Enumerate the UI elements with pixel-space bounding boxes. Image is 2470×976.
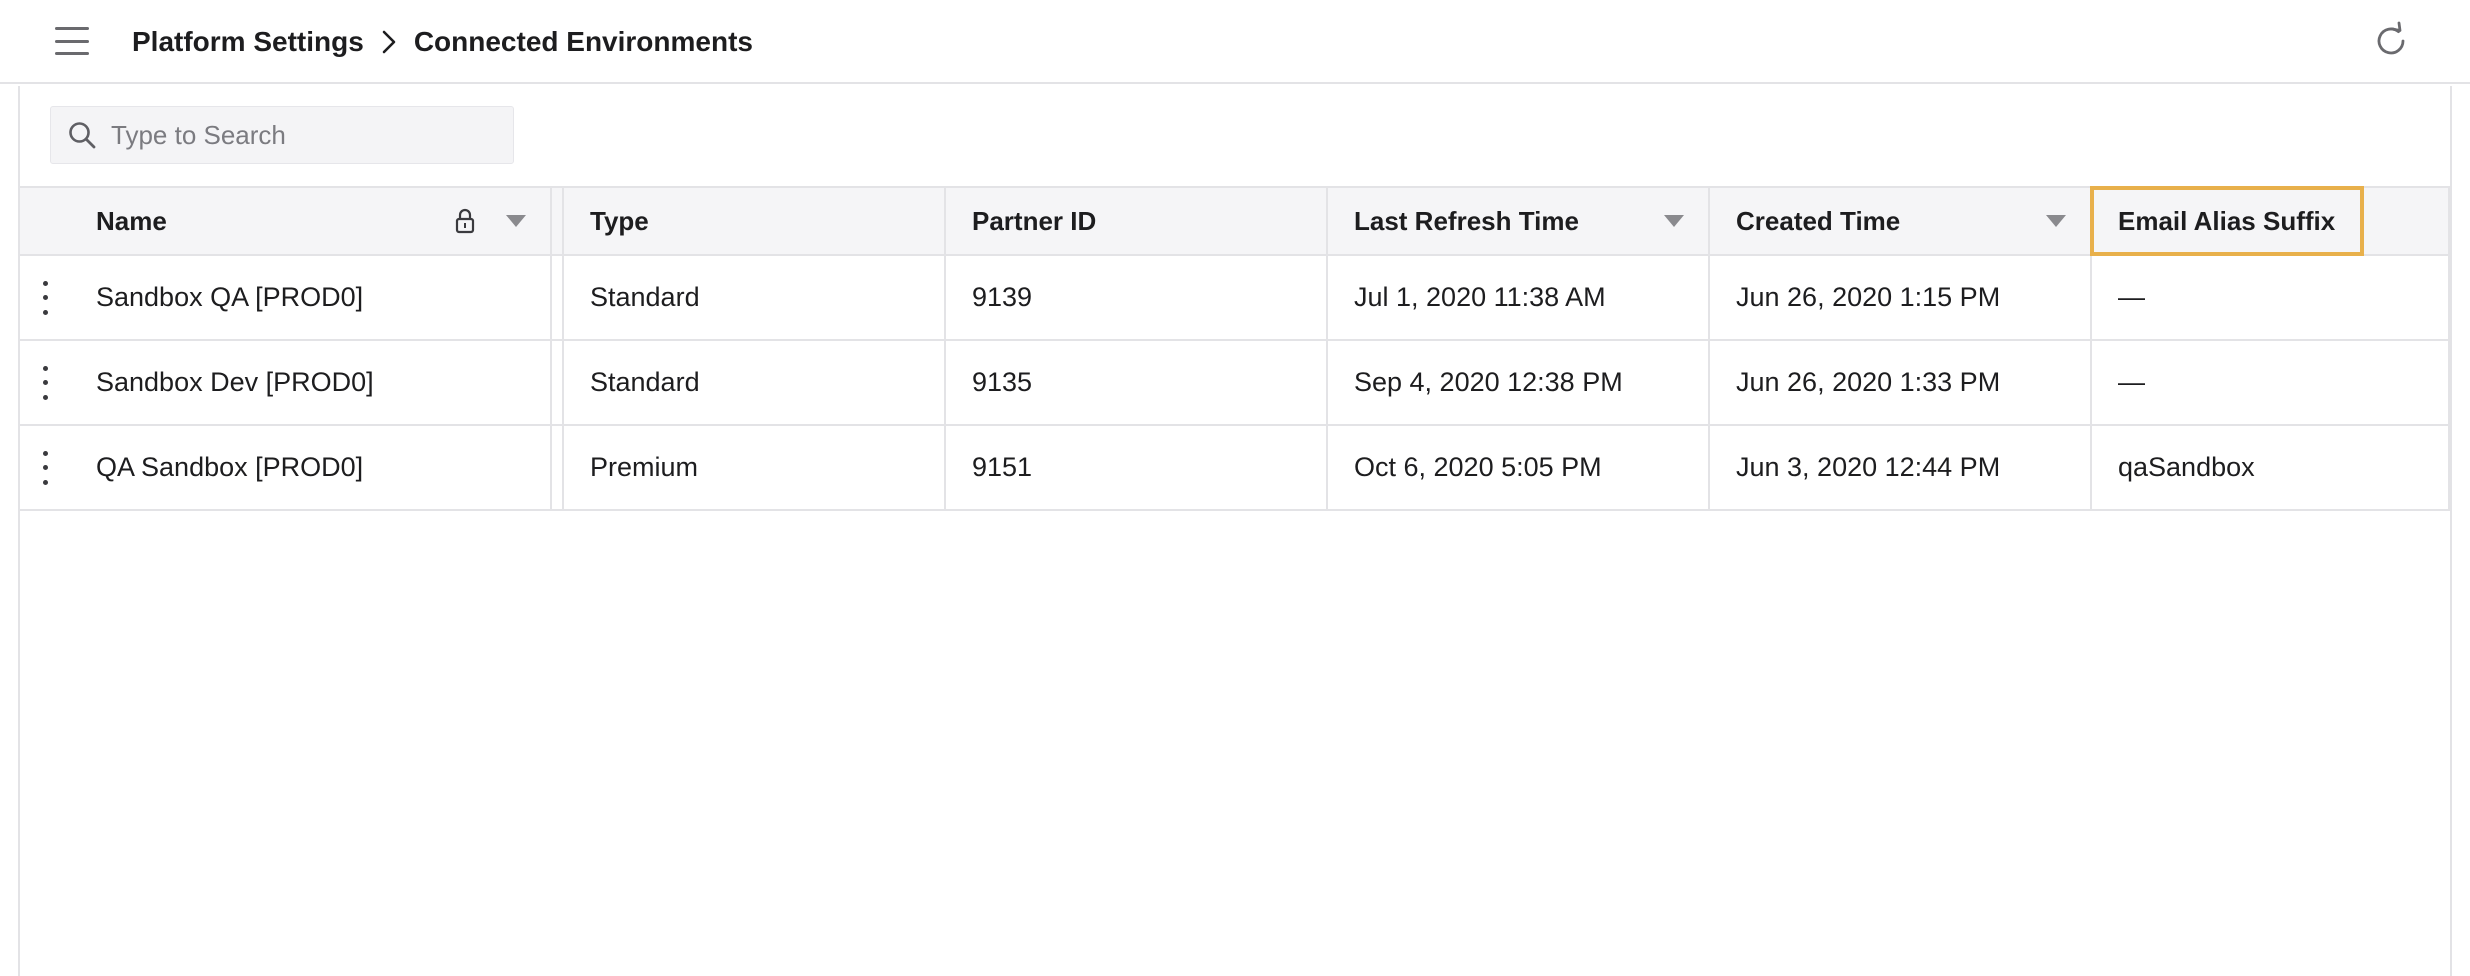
- column-spacer: [552, 256, 564, 339]
- kebab-menu-icon[interactable]: [35, 365, 55, 400]
- row-actions-cell: [20, 426, 70, 509]
- cell-email-alias-suffix: —: [2092, 341, 2450, 424]
- cell-partner-id: 9139: [946, 256, 1328, 339]
- row-actions-cell: [20, 256, 70, 339]
- cell-type: Premium: [564, 426, 946, 509]
- breadcrumb-platform-settings[interactable]: Platform Settings: [132, 26, 364, 58]
- cell-name: QA Sandbox [PROD0]: [70, 426, 552, 509]
- hamburger-menu-icon[interactable]: [52, 24, 92, 58]
- column-header-name[interactable]: Name: [70, 188, 552, 254]
- column-header-type-label: Type: [590, 205, 649, 236]
- table-header-row: Name Type Partner ID Last Refresh Time C…: [20, 186, 2450, 256]
- column-header-email-alias-suffix[interactable]: Email Alias Suffix: [2090, 186, 2450, 256]
- column-header-partner-id-label: Partner ID: [972, 205, 1097, 236]
- environments-table: Name Type Partner ID Last Refresh Time C…: [20, 186, 2450, 511]
- column-spacer: [552, 341, 564, 424]
- cell-partner-id: 9151: [946, 426, 1328, 509]
- header-actions-cell: [20, 188, 70, 254]
- refresh-icon[interactable]: [2370, 20, 2412, 62]
- column-header-type[interactable]: Type: [564, 188, 946, 254]
- table-row[interactable]: Sandbox QA [PROD0] Standard 9139 Jul 1, …: [20, 256, 2450, 341]
- cell-type: Standard: [564, 256, 946, 339]
- cell-email-alias-suffix: —: [2092, 256, 2450, 339]
- cell-email-alias-suffix: qaSandbox: [2092, 426, 2450, 509]
- column-resize-handle[interactable]: [552, 188, 564, 254]
- kebab-menu-icon[interactable]: [35, 280, 55, 315]
- cell-last-refresh-time: Jul 1, 2020 11:38 AM: [1328, 256, 1710, 339]
- breadcrumb: Platform Settings Connected Environments: [132, 22, 753, 62]
- cell-type: Standard: [564, 341, 946, 424]
- search-box[interactable]: [50, 106, 514, 164]
- cell-last-refresh-time: Oct 6, 2020 5:05 PM: [1328, 426, 1710, 509]
- column-header-email-alias-label: Email Alias Suffix: [2118, 205, 2336, 236]
- column-header-name-label: Name: [96, 205, 167, 236]
- cell-partner-id: 9135: [946, 341, 1328, 424]
- chevron-right-icon: [378, 29, 400, 55]
- cell-name: Sandbox Dev [PROD0]: [70, 341, 552, 424]
- search-input[interactable]: [111, 115, 491, 155]
- cell-name: Sandbox QA [PROD0]: [70, 256, 552, 339]
- column-header-last-refresh-label: Last Refresh Time: [1354, 205, 1579, 236]
- table-row[interactable]: QA Sandbox [PROD0] Premium 9151 Oct 6, 2…: [20, 426, 2450, 511]
- cell-created-time: Jun 26, 2020 1:33 PM: [1710, 341, 2092, 424]
- cell-created-time: Jun 3, 2020 12:44 PM: [1710, 426, 2092, 509]
- breadcrumb-connected-environments: Connected Environments: [413, 26, 753, 57]
- main-content: Name Type Partner ID: [18, 86, 2452, 976]
- lock-icon[interactable]: [454, 208, 476, 234]
- top-bar: Platform Settings Connected Environments: [0, 0, 2470, 84]
- search-icon: [67, 120, 97, 150]
- column-header-partner-id[interactable]: Partner ID: [946, 188, 1328, 254]
- sort-caret-icon[interactable]: [1664, 215, 1684, 227]
- table-row[interactable]: Sandbox Dev [PROD0] Standard 9135 Sep 4,…: [20, 341, 2450, 426]
- column-spacer: [552, 426, 564, 509]
- cell-last-refresh-time: Sep 4, 2020 12:38 PM: [1328, 341, 1710, 424]
- row-actions-cell: [20, 341, 70, 424]
- sort-caret-icon[interactable]: [506, 215, 526, 227]
- column-header-created-label: Created Time: [1736, 205, 1901, 236]
- kebab-menu-icon[interactable]: [35, 450, 55, 485]
- column-header-created-time[interactable]: Created Time: [1710, 188, 2092, 254]
- column-header-last-refresh-time[interactable]: Last Refresh Time: [1328, 188, 1710, 254]
- sort-caret-icon[interactable]: [2046, 215, 2066, 227]
- cell-created-time: Jun 26, 2020 1:15 PM: [1710, 256, 2092, 339]
